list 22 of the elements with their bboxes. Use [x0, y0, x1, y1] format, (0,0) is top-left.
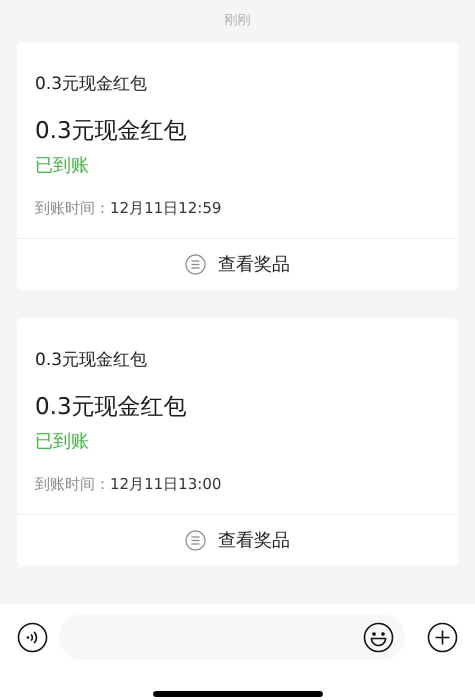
- time-label: 到账时间：: [35, 198, 110, 218]
- card-title: 0.3元现金红包: [35, 349, 148, 372]
- voice-button[interactable]: [17, 622, 48, 652]
- timestamp: 刚刚: [224, 12, 250, 30]
- prize-title: 0.3元现金红包: [35, 393, 188, 422]
- message-input[interactable]: [59, 614, 405, 660]
- voice-icon: [17, 622, 48, 652]
- smiley-icon: [363, 622, 394, 652]
- view-prize-button[interactable]: 查看奖品: [17, 515, 458, 566]
- view-prize-button[interactable]: 查看奖品: [17, 239, 458, 290]
- card-title: 0.3元现金红包: [35, 73, 148, 96]
- emoji-button[interactable]: [363, 622, 394, 652]
- status-text: 已到账: [35, 430, 90, 454]
- add-button[interactable]: [427, 622, 458, 652]
- list-icon: [185, 530, 206, 551]
- list-icon: [185, 254, 206, 275]
- status-text: 已到账: [35, 154, 90, 178]
- time-value: 12月11日12:59: [110, 198, 222, 218]
- time-label: 到账时间：: [35, 474, 110, 494]
- time-value: 12月11日13:00: [110, 474, 222, 494]
- prize-title: 0.3元现金红包: [35, 117, 188, 146]
- plus-icon: [427, 622, 458, 652]
